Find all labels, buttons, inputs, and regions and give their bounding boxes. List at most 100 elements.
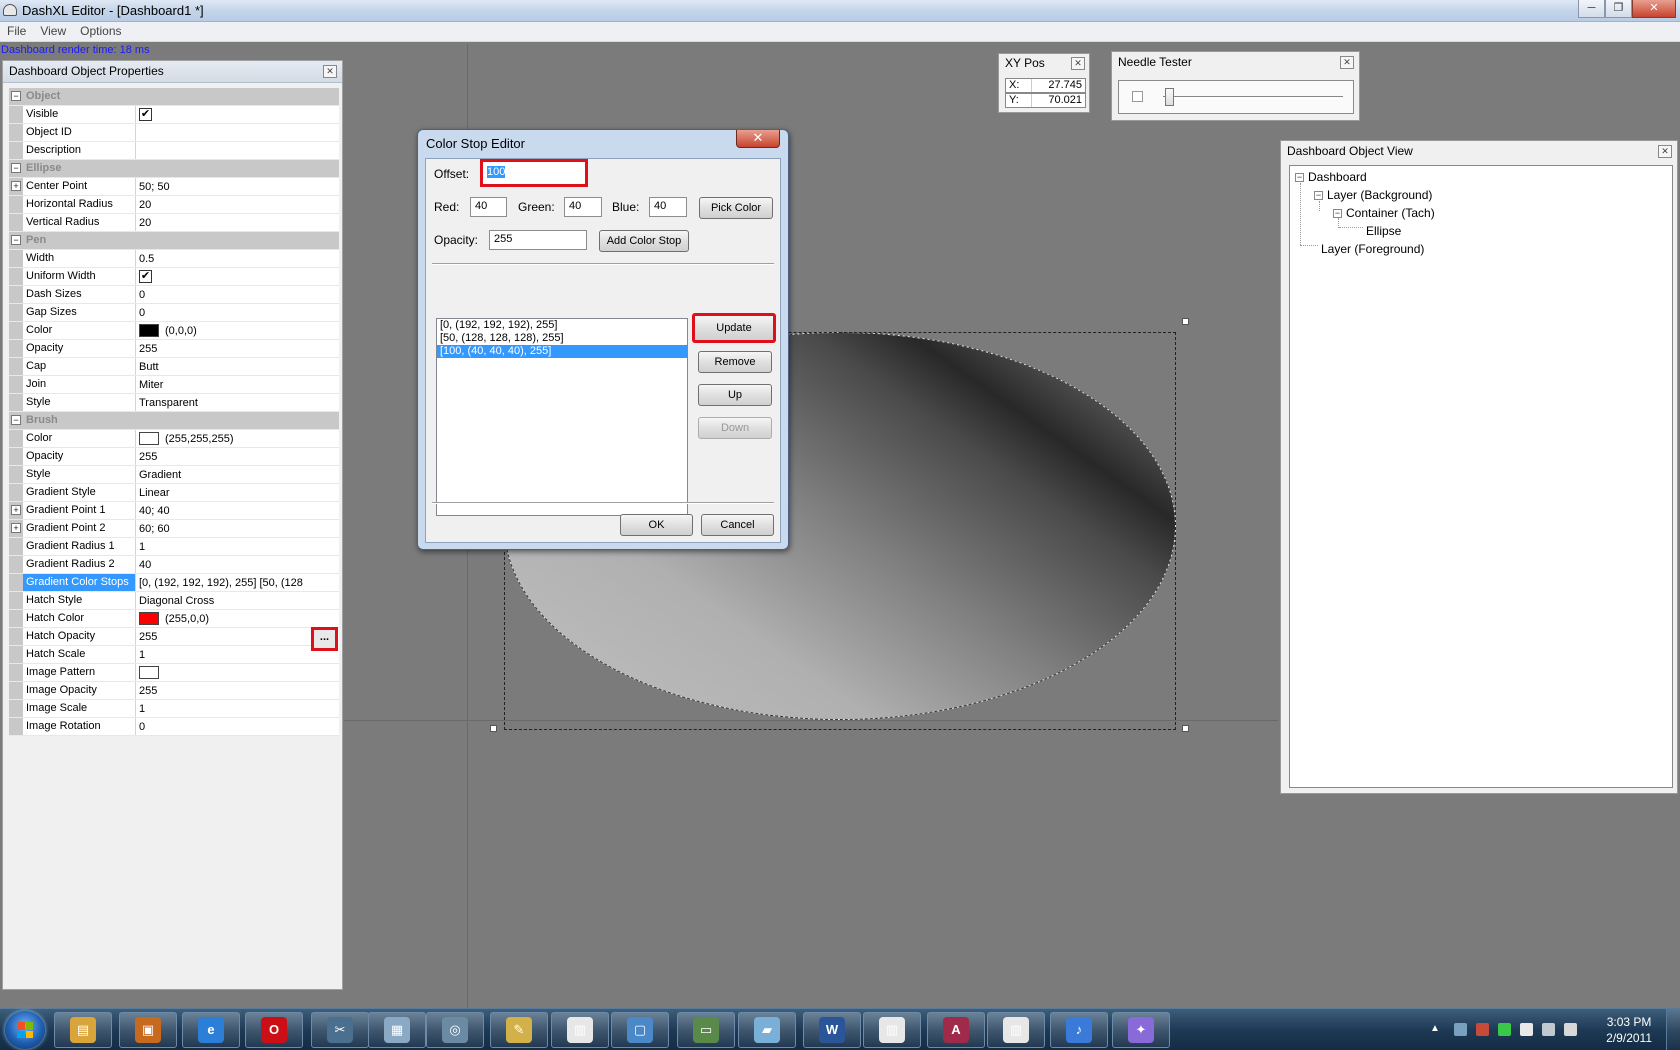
property-value[interactable]: 0 — [136, 304, 339, 321]
selection-handle[interactable] — [1182, 318, 1189, 325]
up-button[interactable]: Up — [698, 384, 772, 406]
close-icon[interactable]: ✕ — [1340, 56, 1354, 69]
property-category[interactable]: − Ellipse — [9, 160, 339, 178]
property-value[interactable]: 1 — [136, 646, 339, 663]
tree-item-container-tach[interactable]: − Container (Tach) — [1333, 206, 1435, 220]
property-row[interactable]: Gradient Radius 2 40 — [9, 556, 339, 574]
property-row[interactable]: Gradient Color Stops [0, (192, 192, 192),… — [9, 574, 339, 592]
taskbar-button[interactable]: O — [245, 1012, 303, 1048]
color-stop-list[interactable]: [0, (192, 192, 192), 255] [50, (128, 128,… — [436, 318, 688, 516]
property-category[interactable]: − Brush — [9, 412, 339, 430]
property-row[interactable]: Hatch Opacity 255 — [9, 628, 339, 646]
property-value[interactable]: Gradient — [136, 466, 339, 483]
property-row[interactable]: Cap Butt — [9, 358, 339, 376]
minimize-button[interactable]: ─ — [1578, 0, 1605, 18]
remove-button[interactable]: Remove — [698, 351, 772, 373]
property-value[interactable]: Linear — [136, 484, 339, 501]
property-value[interactable]: 40; 40 — [136, 502, 339, 519]
show-desktop-button[interactable] — [1666, 1009, 1680, 1050]
collapse-icon[interactable]: − — [11, 415, 21, 425]
tree-item-dashboard[interactable]: − Dashboard — [1295, 170, 1367, 184]
property-value[interactable]: Diagonal Cross — [136, 592, 339, 609]
property-value[interactable]: (0,0,0) — [136, 322, 339, 339]
property-category[interactable]: − Object — [9, 88, 339, 106]
add-color-stop-button[interactable]: Add Color Stop — [599, 230, 689, 252]
taskbar-button[interactable]: ▤ — [54, 1012, 112, 1048]
property-row[interactable]: Style Gradient — [9, 466, 339, 484]
taskbar-button[interactable]: ▣ — [119, 1012, 177, 1048]
maximize-button[interactable]: ❐ — [1605, 0, 1632, 18]
property-value[interactable]: 20 — [136, 196, 339, 213]
taskbar-button[interactable]: ▭ — [677, 1012, 735, 1048]
property-row[interactable]: Object ID — [9, 124, 339, 142]
property-row[interactable]: + Center Point 50; 50 — [9, 178, 339, 196]
property-value[interactable]: Miter — [136, 376, 339, 393]
start-button[interactable] — [5, 1011, 45, 1049]
color-stop-item[interactable]: [0, (192, 192, 192), 255] — [437, 319, 687, 332]
property-value[interactable]: 0 — [136, 718, 339, 735]
green-input[interactable]: 40 — [564, 197, 602, 217]
collapse-icon[interactable]: − — [1295, 172, 1304, 182]
property-value[interactable]: Butt — [136, 358, 339, 375]
property-category[interactable]: − Pen — [9, 232, 339, 250]
taskbar-button[interactable]: ✂ — [311, 1012, 369, 1048]
close-icon[interactable]: ✕ — [1658, 145, 1672, 158]
color-stop-item[interactable]: [50, (128, 128, 128), 255] — [437, 332, 687, 345]
property-value[interactable]: 60; 60 — [136, 520, 339, 537]
collapse-icon[interactable]: − — [1333, 208, 1342, 218]
menu-options[interactable]: Options — [73, 22, 128, 41]
ok-button[interactable]: OK — [620, 514, 693, 536]
property-row[interactable]: Style Transparent — [9, 394, 339, 412]
tree-item-layer-foreground[interactable]: Layer (Foreground) — [1321, 242, 1424, 256]
taskbar-button[interactable]: e — [182, 1012, 240, 1048]
property-row[interactable]: Opacity 255 — [9, 340, 339, 358]
taskbar-button[interactable]: A — [927, 1012, 985, 1048]
expand-icon[interactable]: + — [11, 523, 21, 533]
flag-tray-icon[interactable] — [1520, 1023, 1533, 1036]
property-row[interactable]: Color (255,255,255) — [9, 430, 339, 448]
down-button[interactable]: Down — [698, 417, 772, 439]
taskbar-button[interactable]: ◎ — [426, 1012, 484, 1048]
checkbox[interactable]: ✔ — [139, 270, 152, 283]
collapse-icon[interactable]: − — [11, 163, 21, 173]
tree-item-ellipse[interactable]: Ellipse — [1366, 224, 1401, 238]
display-tray-icon[interactable] — [1542, 1023, 1555, 1036]
tray-expand-icon[interactable]: ▲ — [1430, 1023, 1443, 1036]
property-row[interactable]: Join Miter — [9, 376, 339, 394]
update-button[interactable]: Update — [692, 313, 776, 343]
property-value[interactable] — [136, 124, 339, 141]
taskbar-button[interactable]: ▥ — [551, 1012, 609, 1048]
property-row[interactable]: Hatch Color (255,0,0) — [9, 610, 339, 628]
property-row[interactable]: Description — [9, 142, 339, 160]
dialog-close-button[interactable]: ✕ — [736, 130, 780, 148]
property-value[interactable]: Transparent — [136, 394, 339, 411]
offset-input[interactable]: 100 — [480, 159, 588, 187]
property-value[interactable] — [136, 142, 339, 159]
cancel-button[interactable]: Cancel — [701, 514, 774, 536]
property-row[interactable]: Uniform Width ✔ — [9, 268, 339, 286]
checkbox[interactable]: ✔ — [139, 108, 152, 121]
network-tray-icon[interactable] — [1454, 1023, 1467, 1036]
property-row[interactable]: Color (0,0,0) — [9, 322, 339, 340]
property-row[interactable]: + Gradient Point 1 40; 40 — [9, 502, 339, 520]
property-row[interactable]: Width 0.5 — [9, 250, 339, 268]
taskbar-button[interactable]: ♪ — [1050, 1012, 1108, 1048]
pick-color-button[interactable]: Pick Color — [699, 197, 773, 219]
property-row[interactable]: Vertical Radius 20 — [9, 214, 339, 232]
property-value[interactable] — [136, 664, 339, 681]
needle-slider-track[interactable] — [1163, 96, 1343, 99]
taskbar-button[interactable]: ▢ — [611, 1012, 669, 1048]
property-row[interactable]: Hatch Style Diagonal Cross — [9, 592, 339, 610]
property-value[interactable]: 1 — [136, 538, 339, 555]
opacity-input[interactable]: 255 — [489, 230, 587, 250]
collapse-icon[interactable]: − — [11, 235, 21, 245]
property-value[interactable]: 20 — [136, 214, 339, 231]
selection-handle[interactable] — [490, 725, 497, 732]
property-value[interactable]: 255 — [136, 448, 339, 465]
selection-handle[interactable] — [1182, 725, 1189, 732]
property-row[interactable]: Hatch Scale 1 — [9, 646, 339, 664]
property-row[interactable]: Gradient Style Linear — [9, 484, 339, 502]
property-row[interactable]: Image Rotation 0 — [9, 718, 339, 736]
property-row[interactable]: Gradient Radius 11 — [9, 538, 339, 556]
property-value[interactable]: 40 — [136, 556, 339, 573]
